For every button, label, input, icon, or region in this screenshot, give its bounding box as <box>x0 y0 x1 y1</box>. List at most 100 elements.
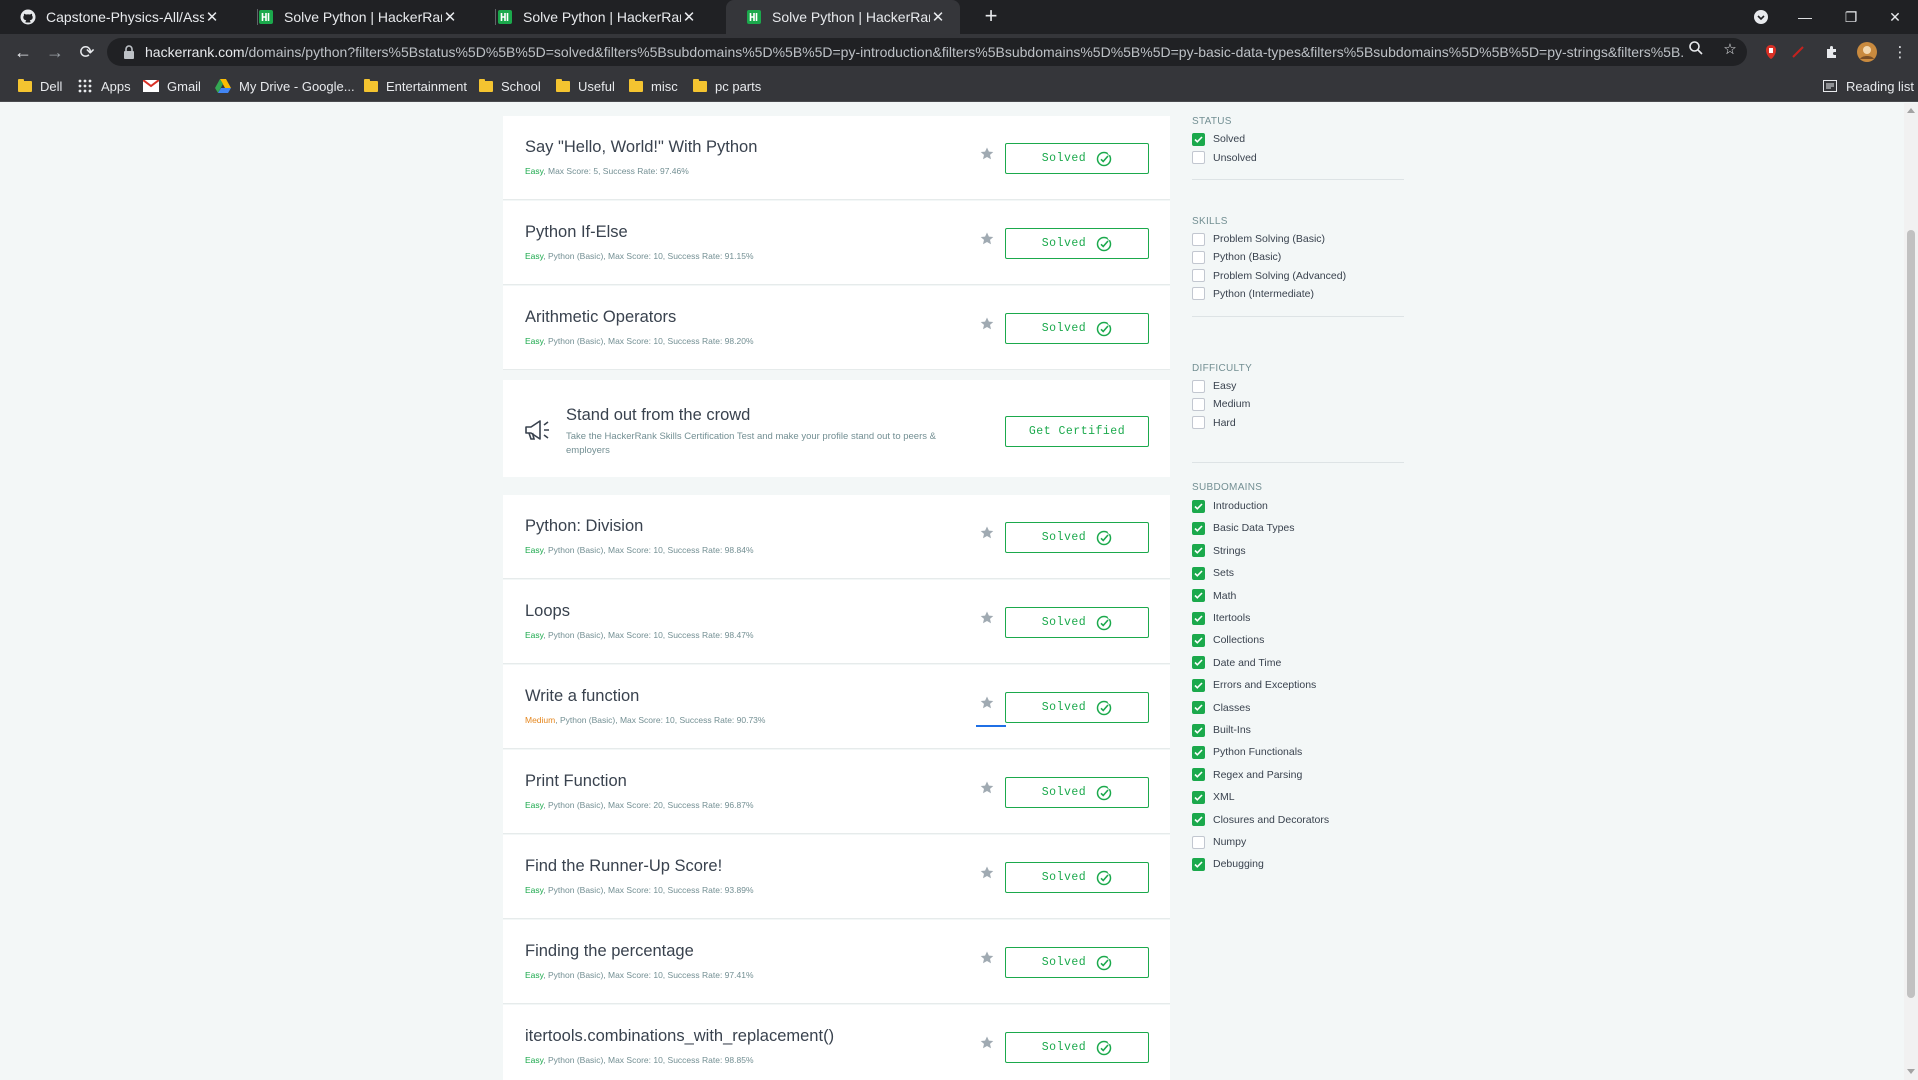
get-certified-button[interactable]: Get Certified <box>1005 416 1149 447</box>
filter-option-basic-data-types[interactable]: Basic Data Types <box>1192 519 1295 537</box>
filter-option-hard[interactable]: Hard <box>1192 414 1236 432</box>
filter-option-date-and-time[interactable]: Date and Time <box>1192 654 1281 672</box>
challenge-title[interactable]: Finding the percentage <box>525 942 694 961</box>
restore-icon[interactable]: ❐ <box>1828 0 1874 34</box>
close-icon[interactable]: ✕ <box>681 8 697 26</box>
bookmark-star-icon[interactable] <box>979 780 995 796</box>
checkbox[interactable] <box>1192 232 1205 246</box>
browser-tab[interactable]: Capstone-Physics-All/Assignmen ✕ <box>0 0 234 34</box>
avatar[interactable] <box>1857 42 1877 62</box>
challenge-card[interactable]: Loops Easy, Python (Basic), Max Score: 10… <box>503 580 1170 664</box>
filter-option-python-intermediate[interactable]: Python (Intermediate) <box>1192 285 1314 303</box>
bookmark-star-icon[interactable] <box>979 316 995 332</box>
browser-tab-active[interactable]: Solve Python | HackerRank ✕ <box>726 0 960 34</box>
checkbox[interactable] <box>1192 768 1205 782</box>
bookmark-star-icon[interactable] <box>979 610 995 626</box>
filter-option-python-functionals[interactable]: Python Functionals <box>1192 743 1302 761</box>
challenge-card[interactable]: Write a function Medium, Python (Basic), … <box>503 665 1170 749</box>
checkbox[interactable] <box>1192 701 1205 715</box>
filter-option-collections[interactable]: Collections <box>1192 631 1264 649</box>
filter-option-easy[interactable]: Easy <box>1192 377 1236 395</box>
checkbox[interactable] <box>1192 745 1205 759</box>
challenge-title[interactable]: Print Function <box>525 772 627 791</box>
filter-option-debugging[interactable]: Debugging <box>1192 855 1264 873</box>
address-bar[interactable]: hackerrank.com/domains/python?filters%5B… <box>107 38 1747 66</box>
challenge-card[interactable]: Print Function Easy, Python (Basic), Max … <box>503 750 1170 834</box>
bookmark-gmail[interactable]: Gmail <box>143 77 201 95</box>
bookmark-misc[interactable]: misc <box>629 77 678 95</box>
challenge-card[interactable]: Arithmetic Operators Easy, Python (Basic)… <box>503 286 1170 370</box>
solved-button[interactable]: Solved <box>1005 862 1149 893</box>
challenge-title[interactable]: Say "Hello, World!" With Python <box>525 138 757 157</box>
filter-option-xml[interactable]: XML <box>1192 788 1235 806</box>
solved-button[interactable]: Solved <box>1005 228 1149 259</box>
close-icon[interactable]: ✕ <box>930 8 946 26</box>
challenge-title[interactable]: Loops <box>525 602 570 621</box>
filter-option-numpy[interactable]: Numpy <box>1192 833 1246 851</box>
bookmark-useful[interactable]: Useful <box>556 77 615 95</box>
checkbox[interactable] <box>1192 250 1205 264</box>
checkbox[interactable] <box>1192 835 1205 849</box>
checkbox[interactable] <box>1192 790 1205 804</box>
extension-icon[interactable] <box>1788 42 1808 62</box>
checkbox[interactable] <box>1192 723 1205 737</box>
solved-button[interactable]: Solved <box>1005 313 1149 344</box>
bookmark-apps[interactable]: Apps <box>77 77 131 95</box>
solved-button[interactable]: Solved <box>1005 607 1149 638</box>
challenge-title[interactable]: Python If-Else <box>525 223 628 242</box>
filter-option-strings[interactable]: Strings <box>1192 542 1246 560</box>
close-icon[interactable]: ✕ <box>442 8 458 26</box>
checkbox[interactable] <box>1192 287 1205 301</box>
challenge-card[interactable]: Python: Division Easy, Python (Basic), Ma… <box>503 495 1170 579</box>
solved-button[interactable]: Solved <box>1005 777 1149 808</box>
filter-option-math[interactable]: Math <box>1192 587 1236 605</box>
challenge-title[interactable]: Python: Division <box>525 517 643 536</box>
reading-list-button[interactable]: Reading list <box>1822 77 1914 95</box>
browser-tab[interactable]: Solve Python | HackerRank ✕ <box>238 0 472 34</box>
checkbox[interactable] <box>1192 521 1205 535</box>
checkbox[interactable] <box>1192 611 1205 625</box>
new-tab-button[interactable]: + <box>979 5 1003 29</box>
filter-option-closures-and-decorators[interactable]: Closures and Decorators <box>1192 811 1329 829</box>
filter-option-introduction[interactable]: Introduction <box>1192 497 1268 515</box>
checkbox[interactable] <box>1192 379 1205 393</box>
filter-option-regex-and-parsing[interactable]: Regex and Parsing <box>1192 766 1302 784</box>
search-icon[interactable] <box>1687 40 1705 58</box>
menu-kebab-icon[interactable]: ⋮ <box>1890 42 1910 62</box>
checkbox[interactable] <box>1192 566 1205 580</box>
challenge-card[interactable]: Find the Runner-Up Score! Easy, Python (B… <box>503 835 1170 919</box>
filter-option-unsolved[interactable]: Unsolved <box>1192 149 1257 167</box>
bookmark-star-icon[interactable] <box>979 1035 995 1051</box>
filter-option-solved[interactable]: Solved <box>1192 130 1245 148</box>
bookmark-star-icon[interactable] <box>979 146 995 162</box>
checkbox[interactable] <box>1192 151 1205 164</box>
scrollbar-thumb[interactable] <box>1907 230 1915 998</box>
checkbox[interactable] <box>1192 544 1205 558</box>
challenge-card[interactable]: Finding the percentage Easy, Python (Basi… <box>503 920 1170 1004</box>
extensions-puzzle-icon[interactable] <box>1822 42 1842 62</box>
bookmark-school[interactable]: School <box>479 77 541 95</box>
bookmark-dell[interactable]: Dell <box>18 77 62 95</box>
solved-button[interactable]: Solved <box>1005 522 1149 553</box>
filter-option-built-ins[interactable]: Built-Ins <box>1192 721 1251 739</box>
checkbox[interactable] <box>1192 499 1205 513</box>
profile-menu-icon[interactable] <box>1738 0 1784 34</box>
checkbox[interactable] <box>1192 132 1205 146</box>
bookmark-pc-parts[interactable]: pc parts <box>693 77 761 95</box>
challenge-title[interactable]: itertools.combinations_with_replacement(… <box>525 1027 834 1046</box>
solved-button[interactable]: Solved <box>1005 143 1149 174</box>
bookmark-star-icon[interactable] <box>979 525 995 541</box>
checkbox[interactable] <box>1192 269 1205 283</box>
bookmark-star-icon[interactable]: ☆ <box>1721 40 1739 58</box>
checkbox[interactable] <box>1192 397 1205 411</box>
extension-icon[interactable] <box>1761 42 1781 62</box>
bookmark-star-icon[interactable] <box>979 695 995 711</box>
reload-icon[interactable]: ⟳ <box>74 39 100 65</box>
close-icon[interactable]: ✕ <box>204 8 220 26</box>
challenge-card[interactable]: Python If-Else Easy, Python (Basic), Max … <box>503 201 1170 285</box>
solved-button[interactable]: Solved <box>1005 692 1149 723</box>
browser-tab[interactable]: Solve Python | HackerRank ✕ <box>477 0 711 34</box>
filter-option-errors-and-exceptions[interactable]: Errors and Exceptions <box>1192 676 1316 694</box>
challenge-card[interactable]: Say "Hello, World!" With Python Easy, Max… <box>503 116 1170 200</box>
filter-option-problem-solving-advanced[interactable]: Problem Solving (Advanced) <box>1192 267 1346 285</box>
